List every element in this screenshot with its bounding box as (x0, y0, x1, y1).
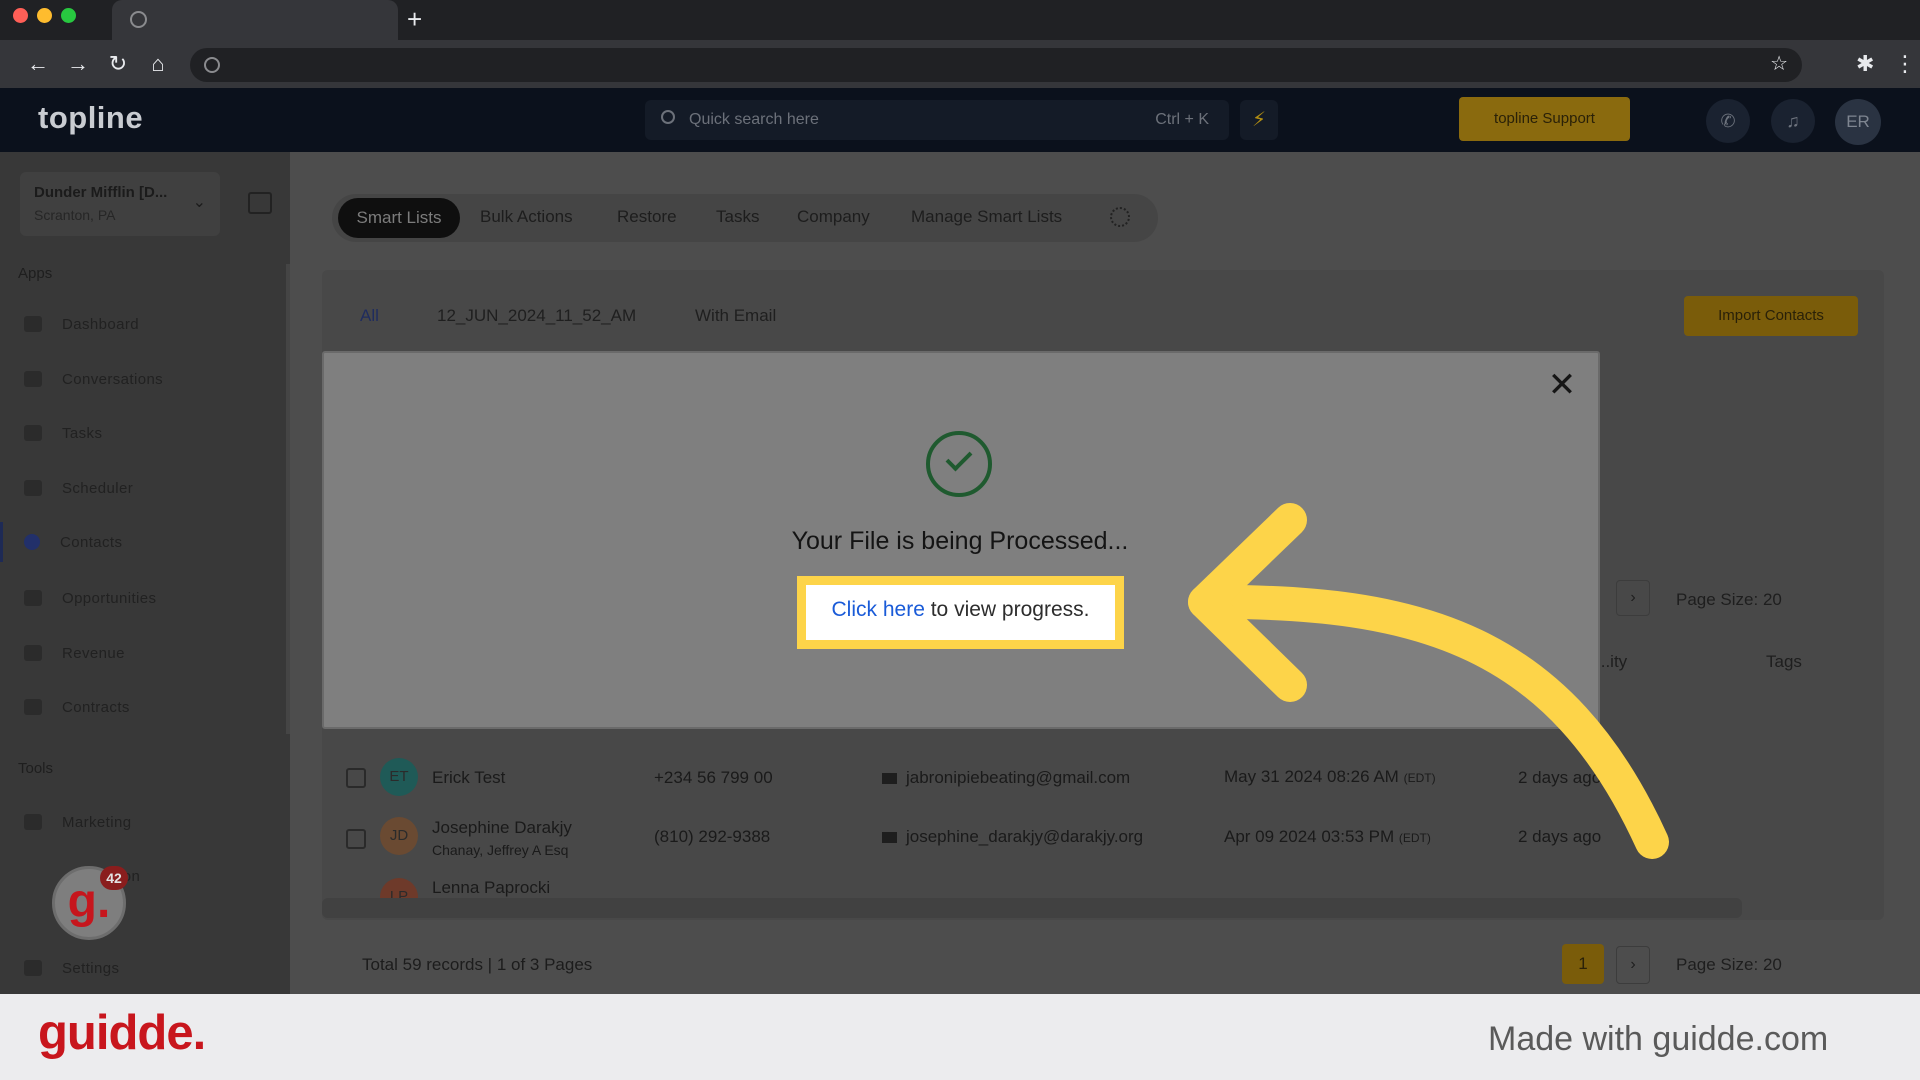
made-with-guidde: Made with guidde.com (1488, 1020, 1829, 1058)
annotation-arrow (1188, 503, 1669, 859)
guidde-logo: guidde. (38, 1006, 206, 1060)
